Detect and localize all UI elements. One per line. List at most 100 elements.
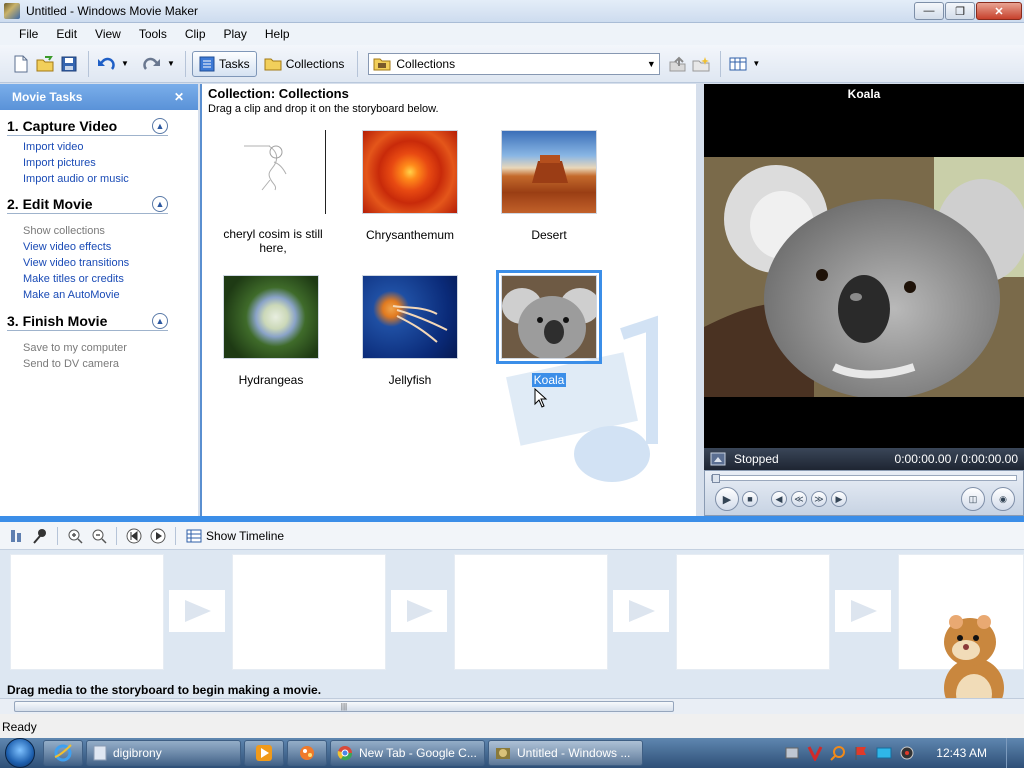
movie-maker-task-icon [496,748,510,759]
view-video-transitions-link[interactable]: View video transitions [23,255,168,271]
collections-dropdown[interactable]: Collections ▼ [368,52,661,75]
preview-status-bar: Stopped 0:00:00.00 / 0:00:00.00 [704,448,1024,470]
media-player-button[interactable] [244,740,284,766]
collections-dropdown-value: Collections [396,56,456,71]
status-text: Ready [2,720,37,734]
show-timeline-button[interactable]: Show Timeline [183,525,287,547]
storyboard-cell[interactable] [454,554,608,670]
storyboard-cell[interactable] [676,554,830,670]
stop-button[interactable]: ■ [742,491,758,507]
import-pictures-link[interactable]: Import pictures [23,155,168,171]
folder-icon [264,58,282,70]
menu-play[interactable]: Play [215,23,256,45]
clip-thumbnail-selected[interactable]: Koala [484,270,614,387]
seek-thumb[interactable] [712,474,720,483]
new-collection-folder-icon[interactable] [690,53,712,75]
search-tray-icon[interactable] [830,745,846,761]
rewind-button[interactable]: ≪ [791,491,807,507]
menu-tools[interactable]: Tools [130,23,176,45]
views-icon[interactable] [727,53,749,75]
menu-bar: File Edit View Tools Clip Play Help [0,23,1024,45]
clip-thumbnail[interactable]: Jellyfish [345,275,475,387]
undo-dropdown-icon[interactable]: ▼ [119,53,131,75]
taskbar-task-label: digibrony [113,746,162,760]
dropdown-arrow-icon[interactable]: ▼ [643,54,659,74]
show-desktop-button[interactable] [1006,738,1016,768]
take-picture-button[interactable]: ◉ [991,487,1015,511]
play-storyboard-icon[interactable] [148,526,168,546]
display-tray-icon[interactable] [876,745,892,761]
menu-view[interactable]: View [86,23,130,45]
narrate-timeline-icon[interactable] [30,526,50,546]
import-video-link[interactable]: Import video [23,139,168,155]
taskbar-chrome[interactable]: New Tab - Google C... [330,740,485,766]
start-button[interactable] [0,738,40,768]
menu-edit[interactable]: Edit [47,23,86,45]
clip-thumbnail[interactable]: Chrysanthemum [345,130,475,242]
maximize-button[interactable]: ❐ [945,2,975,20]
windows-taskbar: digibrony New Tab - Google C... Untitled… [0,738,1024,768]
antivirus-tray-icon[interactable] [807,745,823,761]
zoom-in-icon[interactable] [65,526,85,546]
next-frame-button[interactable]: ▶ [831,491,847,507]
make-titles-link[interactable]: Make titles or credits [23,271,168,287]
title-bar[interactable]: Untitled - Windows Movie Maker — ❐ ✕ [0,0,1024,23]
menu-file[interactable]: File [10,23,47,45]
save-project-icon[interactable] [58,53,80,75]
menu-clip[interactable]: Clip [176,23,215,45]
tasks-button[interactable]: Tasks [192,50,257,77]
make-automovie-link[interactable]: Make an AutoMovie [23,287,168,303]
taskbar-digibrony[interactable]: digibrony [86,740,241,766]
clip-image [362,130,458,214]
collapse-section-icon[interactable]: ▲ [152,313,168,329]
network-tray-icon[interactable] [784,745,800,761]
transition-cell[interactable] [835,590,891,632]
seek-bar[interactable] [711,474,1017,483]
taskbar-clock[interactable]: 12:43 AM [936,746,987,760]
set-audio-levels-icon[interactable] [6,526,26,546]
minimize-button[interactable]: — [914,2,944,20]
storyboard-cell[interactable] [232,554,386,670]
storyboard-scrollbar[interactable]: ||| [0,698,1024,714]
preview-monitor: Koala Stopped 0:00:00.00 / 0:00:00.00 ▶ … [704,84,1024,516]
fast-forward-button[interactable]: ≫ [811,491,827,507]
clip-thumbnail[interactable]: Hydrangeas [206,275,336,387]
collapse-section-icon[interactable]: ▲ [152,196,168,212]
close-pane-icon[interactable]: ✕ [174,90,184,104]
app-quicklaunch-button[interactable] [287,740,327,766]
play-button[interactable]: ▶ [715,487,739,511]
transition-cell[interactable] [169,590,225,632]
view-video-effects-link[interactable]: View video effects [23,239,168,255]
zoom-out-icon[interactable] [89,526,109,546]
collections-button[interactable]: Collections [257,51,352,77]
volume-tray-icon[interactable] [899,745,915,761]
redo-icon[interactable] [141,53,163,75]
clip-thumbnail[interactable]: cheryl cosim is still here, [204,130,334,255]
transition-cell[interactable] [391,590,447,632]
redo-dropdown-icon[interactable]: ▼ [165,53,177,75]
import-audio-link[interactable]: Import audio or music [23,171,168,187]
menu-help[interactable]: Help [256,23,299,45]
storyboard-toolbar: Show Timeline [0,522,1024,550]
scrollbar-thumb[interactable]: ||| [14,701,674,712]
collections-label: Collections [285,56,345,71]
collapse-section-icon[interactable]: ▲ [152,118,168,134]
storyboard[interactable]: Drag media to the storyboard to begin ma… [0,550,1024,720]
clip-thumbnail[interactable]: Desert [484,130,614,242]
transition-cell[interactable] [613,590,669,632]
close-button[interactable]: ✕ [976,2,1022,20]
split-clip-button[interactable]: ◫ [961,487,985,511]
new-project-icon[interactable] [10,53,32,75]
taskbar-task-label: New Tab - Google C... [359,746,477,760]
storyboard-cell[interactable] [10,554,164,670]
internet-explorer-button[interactable] [43,740,83,766]
up-one-level-icon[interactable] [666,53,688,75]
open-project-icon[interactable] [34,53,56,75]
taskbar-movie-maker[interactable]: Untitled - Windows ... [488,740,643,766]
views-dropdown-icon[interactable]: ▼ [751,53,761,75]
flag-tray-icon[interactable] [853,745,869,761]
rewind-storyboard-icon[interactable] [124,526,144,546]
movie-tasks-title: Movie Tasks [12,90,83,104]
undo-icon[interactable] [95,53,117,75]
previous-frame-button[interactable]: ◀ [771,491,787,507]
